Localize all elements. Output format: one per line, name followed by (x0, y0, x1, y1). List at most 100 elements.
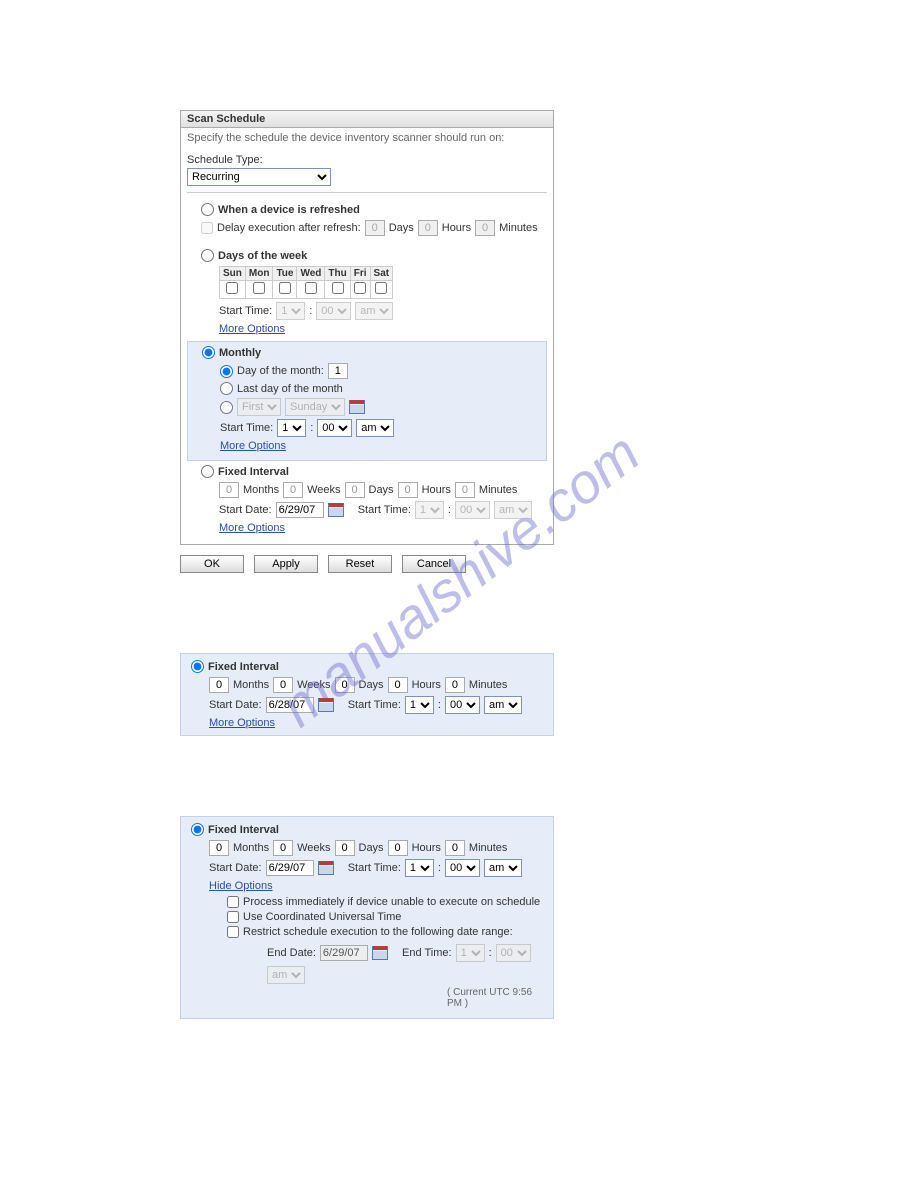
fixed-months-input[interactable] (219, 482, 239, 498)
refresh-hours-label: Hours (442, 222, 471, 234)
fixed-weeks-input[interactable] (283, 482, 303, 498)
monthly-more-options-link[interactable]: More Options (220, 440, 286, 452)
delay-checkbox[interactable] (201, 222, 213, 234)
schedule-type-select[interactable]: Recurring (187, 168, 331, 186)
weekday-select[interactable]: Sunday (285, 398, 345, 416)
dow-check-sat[interactable] (375, 282, 387, 294)
fixed2-more-options-link[interactable]: More Options (209, 717, 275, 729)
end-minute-select[interactable]: 00 (496, 944, 531, 962)
day-of-month-label: Day of the month: (237, 365, 324, 377)
fixed-section: Fixed Interval Months Weeks Days Hours M… (187, 461, 547, 540)
current-utc-text: ( Current UTC 9:56 PM ) (447, 987, 543, 1009)
fixed3-hide-options-link[interactable]: Hide Options (209, 880, 273, 892)
fixed-days-label: Days (369, 484, 394, 496)
monthly-label: Monthly (219, 347, 261, 359)
refresh-days-input[interactable] (365, 220, 385, 236)
last-day-label: Last day of the month (237, 383, 343, 395)
fixed-ampm-select[interactable]: am (494, 501, 532, 519)
fixed-startdate-input[interactable] (276, 502, 324, 518)
fixed3-hours-input[interactable] (388, 840, 408, 856)
fixed2-hours-input[interactable] (388, 677, 408, 693)
refresh-hours-input[interactable] (418, 220, 438, 236)
dow-check-fri[interactable] (354, 282, 366, 294)
day-of-month-input[interactable] (328, 363, 348, 379)
dow-check-mon[interactable] (253, 282, 265, 294)
dow-more-options-link[interactable]: More Options (219, 323, 285, 335)
dow-hour-select[interactable]: 1 (276, 302, 305, 320)
opt-process-immediately-checkbox[interactable] (227, 896, 239, 908)
fixed2-weeks-input[interactable] (273, 677, 293, 693)
fixed-hours-input[interactable] (398, 482, 418, 498)
radio-fixed-3[interactable] (191, 823, 204, 836)
reset-button[interactable]: Reset (328, 555, 392, 573)
radio-monthly[interactable] (202, 346, 215, 359)
calendar-icon[interactable] (328, 503, 344, 517)
dow-minute-select[interactable]: 00 (316, 302, 351, 320)
refresh-label: When a device is refreshed (218, 204, 360, 216)
radio-fixed[interactable] (201, 465, 214, 478)
radio-ordinal[interactable] (220, 401, 233, 414)
monthly-minute-select[interactable]: 00 (317, 419, 352, 437)
fixed2-months-input[interactable] (209, 677, 229, 693)
fixed3-weeks-input[interactable] (273, 840, 293, 856)
dow-check-sun[interactable] (226, 282, 238, 294)
refresh-minutes-input[interactable] (475, 220, 495, 236)
opt-restrict-range-checkbox[interactable] (227, 926, 239, 938)
fixed-minutes-input[interactable] (455, 482, 475, 498)
dow-head-sat: Sat (370, 267, 393, 281)
end-ampm-select[interactable]: am (267, 966, 305, 984)
fixed3-hours-label: Hours (412, 842, 441, 854)
radio-dow[interactable] (201, 249, 214, 262)
fixed2-days-label: Days (359, 679, 384, 691)
ok-button[interactable]: OK (180, 555, 244, 573)
opt-process-immediately-label: Process immediately if device unable to … (243, 896, 540, 908)
fixed3-hour-select[interactable]: 1 (405, 859, 434, 877)
end-date-input[interactable] (320, 945, 368, 961)
dow-head-sun: Sun (220, 267, 246, 281)
fixed2-minutes-input[interactable] (445, 677, 465, 693)
fixed2-startdate-input[interactable] (266, 697, 314, 713)
fixed-hour-select[interactable]: 1 (415, 501, 444, 519)
fixed3-ampm-select[interactable]: am (484, 859, 522, 877)
radio-last-day[interactable] (220, 382, 233, 395)
refresh-minutes-label: Minutes (499, 222, 538, 234)
apply-button[interactable]: Apply (254, 555, 318, 573)
fixed2-minutes-label: Minutes (469, 679, 508, 691)
monthly-ampm-select[interactable]: am (356, 419, 394, 437)
calendar-icon[interactable] (349, 400, 365, 414)
fixed2-minute-select[interactable]: 00 (445, 696, 480, 714)
opt-utc-label: Use Coordinated Universal Time (243, 911, 401, 923)
cancel-button[interactable]: Cancel (402, 555, 466, 573)
fixed3-startdate-input[interactable] (266, 860, 314, 876)
fixed2-days-input[interactable] (335, 677, 355, 693)
schedule-type-label: Schedule Type: (187, 154, 547, 166)
dow-ampm-select[interactable]: am (355, 302, 393, 320)
dow-check-wed[interactable] (305, 282, 317, 294)
calendar-icon[interactable] (372, 946, 388, 960)
monthly-hour-select[interactable]: 1 (277, 419, 306, 437)
fixed-minute-select[interactable]: 00 (455, 501, 490, 519)
dow-check-thu[interactable] (332, 282, 344, 294)
button-bar: OK Apply Reset Cancel (180, 555, 738, 573)
radio-fixed-2[interactable] (191, 660, 204, 673)
monthly-section: Monthly Day of the month: Last day of th… (187, 341, 547, 461)
delay-label: Delay execution after refresh: (217, 222, 361, 234)
calendar-icon[interactable] (318, 861, 334, 875)
opt-utc-checkbox[interactable] (227, 911, 239, 923)
ordinal-select[interactable]: First (237, 398, 281, 416)
fixed3-minute-select[interactable]: 00 (445, 859, 480, 877)
fixed3-days-input[interactable] (335, 840, 355, 856)
dow-check-tue[interactable] (279, 282, 291, 294)
fixed-days-input[interactable] (345, 482, 365, 498)
calendar-icon[interactable] (318, 698, 334, 712)
fixed3-months-input[interactable] (209, 840, 229, 856)
fixed2-ampm-select[interactable]: am (484, 696, 522, 714)
radio-refresh[interactable] (201, 203, 214, 216)
end-hour-select[interactable]: 1 (456, 944, 485, 962)
dow-head-tue: Tue (273, 267, 297, 281)
fixed-more-options-link[interactable]: More Options (219, 522, 285, 534)
radio-day-of-month[interactable] (220, 365, 233, 378)
fixed3-minutes-input[interactable] (445, 840, 465, 856)
fixed-interval-panel-3: Fixed Interval Months Weeks Days Hours M… (180, 816, 554, 1019)
fixed2-hour-select[interactable]: 1 (405, 696, 434, 714)
